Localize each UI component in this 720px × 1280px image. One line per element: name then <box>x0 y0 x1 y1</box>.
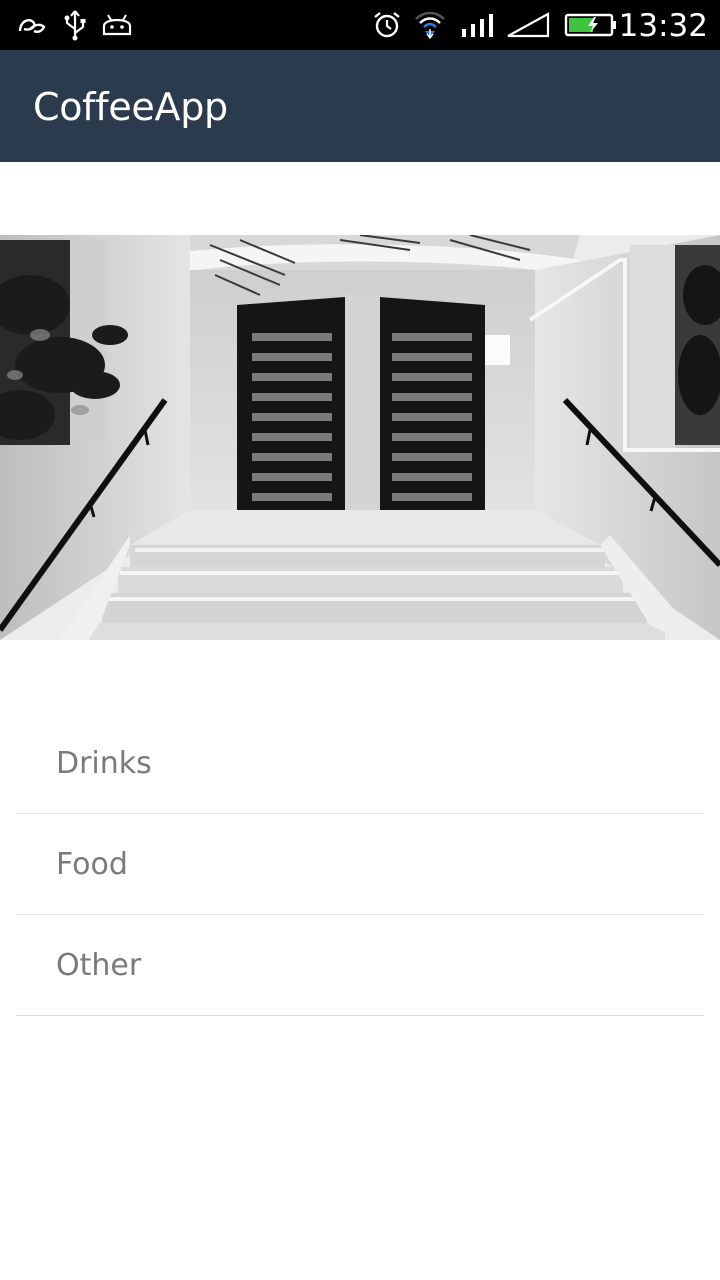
usb-icon <box>62 0 88 50</box>
notification-app-icon <box>16 0 48 50</box>
status-bar: 13:32 <box>0 0 720 50</box>
list-item-label: Drinks <box>56 745 152 781</box>
hero-image <box>0 235 720 640</box>
app-bar: CoffeeApp <box>0 50 720 162</box>
app-title: CoffeeApp <box>33 85 228 129</box>
wifi-icon <box>414 0 446 50</box>
building-entrance-photo <box>0 235 720 640</box>
signal-icon <box>460 0 496 50</box>
alarm-icon <box>372 0 402 50</box>
list-item-other[interactable]: Other <box>16 915 704 1016</box>
list-item-food[interactable]: Food <box>16 814 704 915</box>
battery-charging-icon <box>564 0 618 50</box>
list-item-label: Other <box>56 947 142 983</box>
android-debug-icon <box>100 0 134 50</box>
status-time: 13:32 <box>618 8 708 44</box>
signal-empty-icon <box>506 0 550 50</box>
list-item-drinks[interactable]: Drinks <box>16 713 704 814</box>
category-list: Drinks Food Other <box>16 713 704 1016</box>
list-item-label: Food <box>56 846 128 882</box>
